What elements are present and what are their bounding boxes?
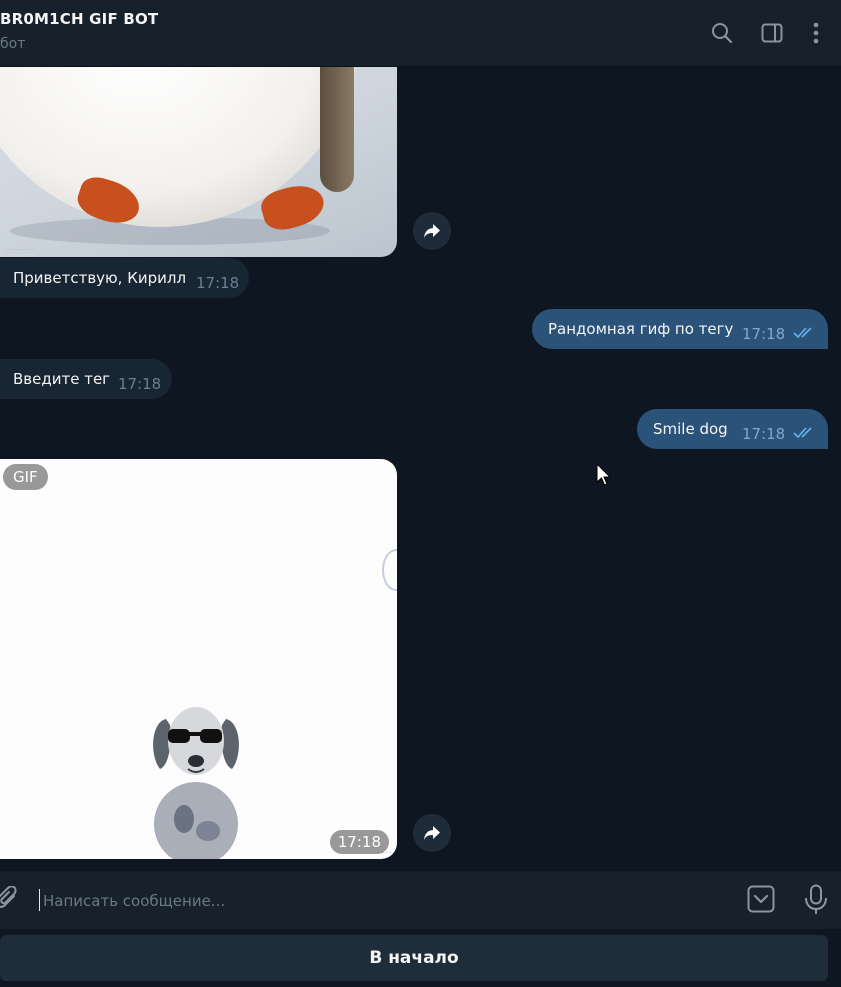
message-outgoing[interactable]: Рандомная гиф по тегу 17:18 (532, 309, 828, 349)
penguin-flipper (320, 67, 354, 192)
restart-button[interactable]: В начало (0, 935, 828, 981)
message-time: 17:18 (196, 274, 240, 292)
mouse-cursor-icon (596, 463, 612, 486)
search-icon[interactable] (707, 18, 737, 48)
message-text: Приветствую, Кирилл (13, 269, 187, 287)
bot-keyboard-toggle-icon[interactable] (747, 885, 775, 913)
attach-icon[interactable] (0, 886, 20, 914)
message-text: Введите тег (13, 370, 111, 388)
message-input[interactable] (43, 889, 723, 913)
gif-smile-dog[interactable]: · · · · GIF 17:18 (0, 459, 397, 859)
share-button-2[interactable] (413, 814, 451, 852)
message-composer (0, 871, 841, 929)
message-incoming[interactable]: Введите тег 17:18 (0, 359, 172, 399)
read-ticks-icon (793, 327, 812, 338)
read-ticks-icon (793, 427, 812, 438)
message-list[interactable]: · · · · · · · · · · Приветствую, Кирилл … (0, 67, 841, 871)
share-arrow-icon (424, 224, 440, 238)
share-button-1[interactable] (413, 212, 451, 250)
dog-with-sunglasses-image (153, 707, 239, 859)
message-time: 17:18 (742, 425, 786, 443)
message-text: Smile dog (653, 420, 728, 438)
gif-credit-watermark: · · · · · · · · · · (4, 247, 35, 253)
message-incoming[interactable]: Приветствую, Кирилл 17:18 (0, 258, 249, 298)
message-time: 17:18 (742, 325, 786, 343)
message-time: 17:18 (118, 375, 162, 393)
chat-header: BR0M1CH GIF BOT бот (0, 0, 841, 67)
bot-keyboard: В начало (0, 929, 841, 987)
message-text: Рандомная гиф по тегу (548, 320, 734, 338)
more-menu-icon[interactable] (801, 18, 831, 48)
gif-badge: GIF (3, 464, 48, 490)
chat-title[interactable]: BR0M1CH GIF BOT (0, 10, 158, 28)
gif-time: 17:18 (329, 830, 389, 854)
chat-subtitle: бот (0, 36, 26, 52)
microphone-icon[interactable] (804, 884, 828, 916)
gif-decoration (382, 549, 397, 591)
sidebar-toggle-icon[interactable] (757, 18, 787, 48)
gif-penguin[interactable]: · · · · · · · · · · (0, 67, 397, 257)
share-arrow-icon (424, 826, 440, 840)
message-outgoing[interactable]: Smile dog 17:18 (637, 409, 828, 449)
text-caret (39, 889, 40, 911)
